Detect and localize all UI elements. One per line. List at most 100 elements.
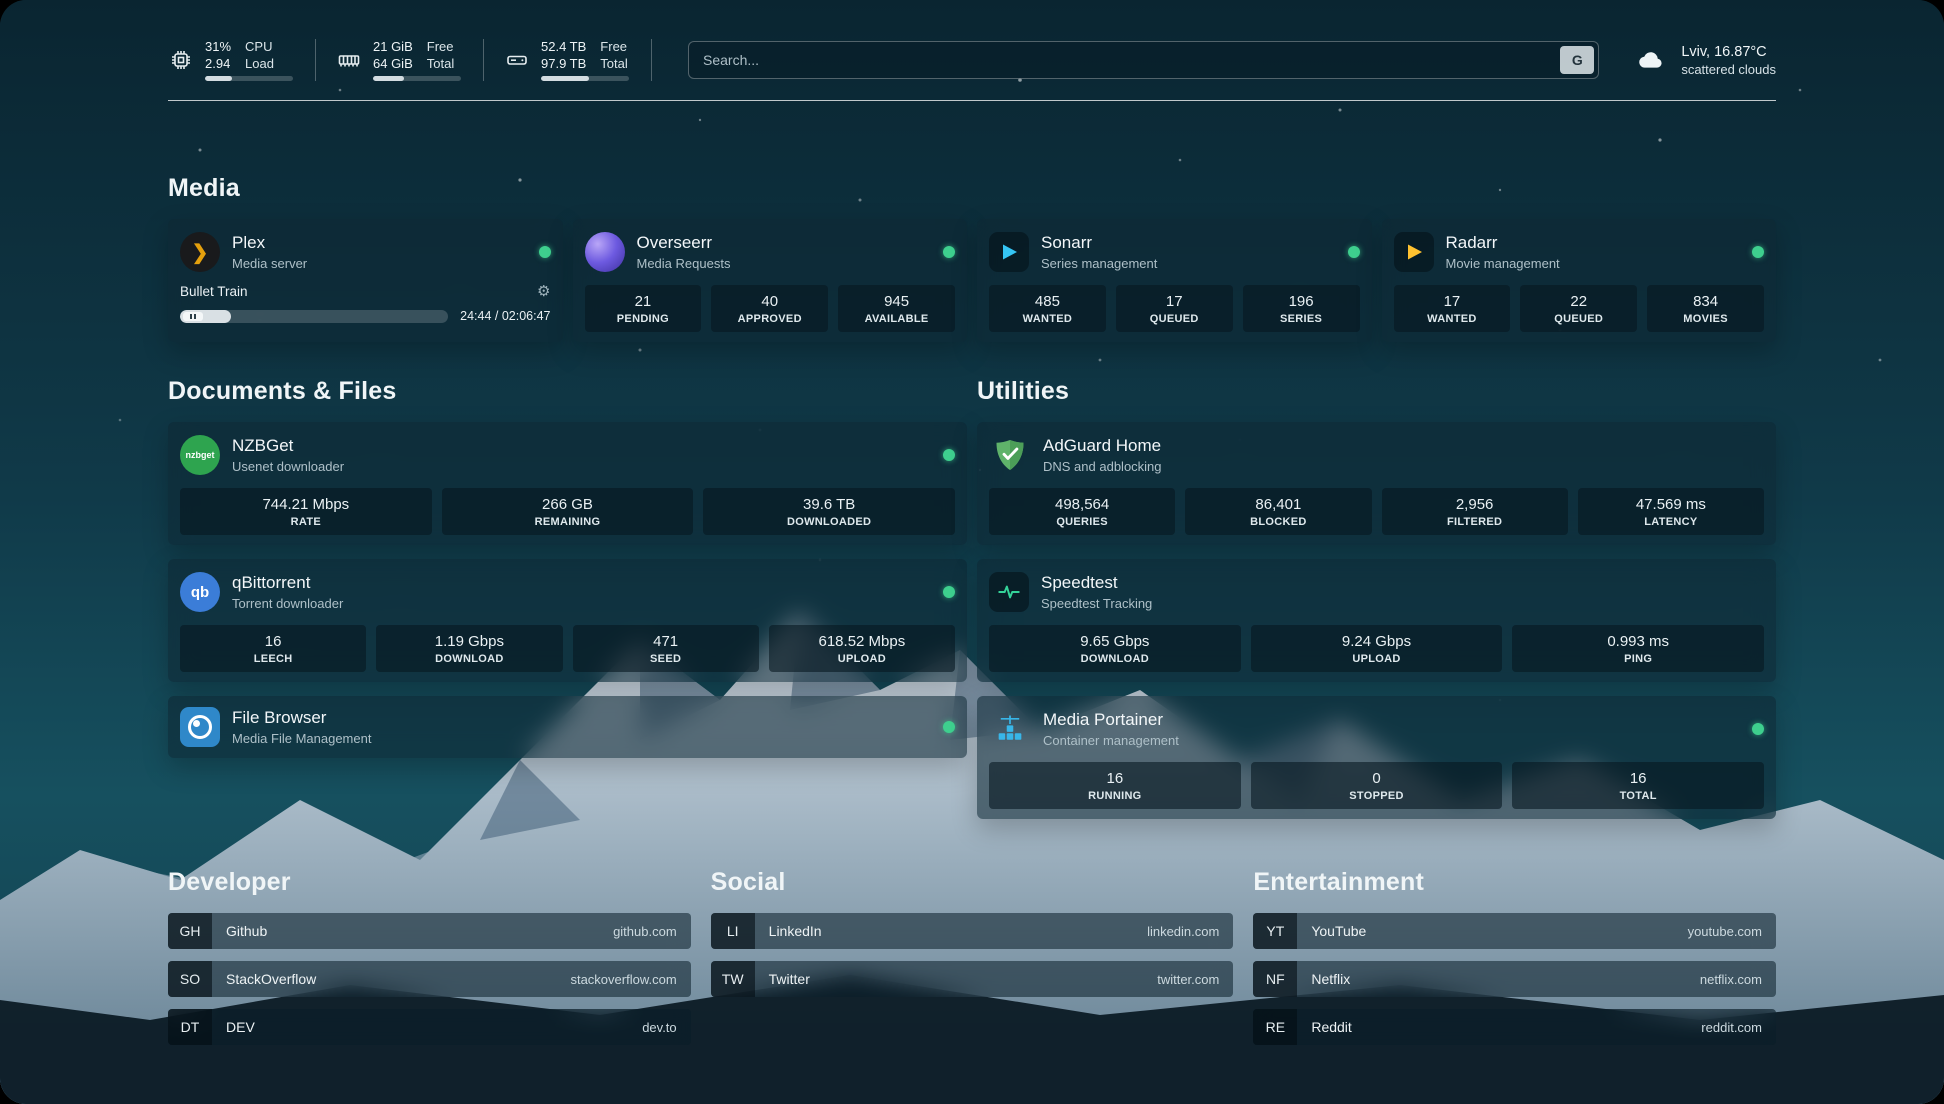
dashboard-screen: 31% 2.94 CPU Load — [0, 0, 1944, 1104]
media-heading: Media — [168, 173, 1776, 203]
bookmark-dev[interactable]: DT DEV dev.to — [168, 1009, 691, 1045]
bookmark-stackoverflow[interactable]: SO StackOverflow stackoverflow.com — [168, 961, 691, 997]
cpu-icon — [168, 47, 194, 73]
portainer-app-tile[interactable]: Media Portainer Container management — [989, 706, 1764, 752]
portainer-subtitle: Container management — [1043, 733, 1179, 748]
filebrowser-status-dot — [943, 721, 955, 733]
pause-icon[interactable] — [183, 312, 203, 321]
filebrowser-card: File Browser Media File Management — [168, 696, 967, 758]
disk-label-bottom: Total — [600, 56, 627, 73]
section-documents: Documents & Files nzbget NZBGet Usenet d… — [168, 376, 967, 758]
overseerr-subtitle: Media Requests — [637, 256, 731, 271]
stat-ping: 0.993 ms PING — [1512, 625, 1764, 672]
dashboard-content: 31% 2.94 CPU Load — [0, 0, 1944, 1104]
bookmark-twitter[interactable]: TW Twitter twitter.com — [711, 961, 1234, 997]
radarr-card: Radarr Movie management 17 WANTED 22 QUE… — [1382, 219, 1777, 342]
adguard-app-tile[interactable]: AdGuard Home DNS and adblocking — [989, 432, 1764, 478]
weather-location: Lviv, 16.87°C — [1681, 44, 1776, 60]
utilities-heading: Utilities — [977, 376, 1776, 406]
stat-queued: 17 QUEUED — [1116, 285, 1233, 332]
speedtest-stats: 9.65 Gbps DOWNLOAD 9.24 Gbps UPLOAD 0.99… — [989, 625, 1764, 672]
ram-free: 21 GiB — [373, 39, 413, 56]
qbittorrent-icon: qb — [180, 572, 220, 612]
sonarr-app-tile[interactable]: Sonarr Series management — [989, 229, 1360, 275]
stat-latency: 47.569 ms LATENCY — [1578, 488, 1764, 535]
stackoverflow-badge: SO — [168, 961, 212, 997]
nzbget-stats: 744.21 Mbps RATE 266 GB REMAINING 39.6 T… — [180, 488, 955, 535]
adguard-shield-icon — [989, 434, 1031, 476]
filebrowser-app-tile[interactable]: File Browser Media File Management — [180, 704, 955, 750]
bookmarks-row: Developer GH Github github.com SO StackO… — [168, 867, 1776, 1045]
stat-available: 945 AVAILABLE — [838, 285, 955, 332]
search-engine-button[interactable]: G — [1560, 46, 1594, 74]
plex-card: ❯ Plex Media server Bullet Train ⚙ — [168, 219, 563, 342]
adguard-name: AdGuard Home — [1043, 436, 1162, 456]
radarr-name: Radarr — [1446, 233, 1560, 253]
stat-stopped: 0 STOPPED — [1251, 762, 1503, 809]
ram-progress-bar — [373, 76, 461, 81]
radarr-status-dot — [1752, 246, 1764, 258]
speedtest-subtitle: Speedtest Tracking — [1041, 596, 1152, 611]
plex-name: Plex — [232, 233, 307, 253]
stat-leech: 16 LEECH — [180, 625, 366, 672]
stat-wanted: 485 WANTED — [989, 285, 1106, 332]
ram-label-top: Free — [427, 39, 454, 56]
cloud-icon — [1633, 45, 1669, 75]
plex-now-playing-title: Bullet Train — [180, 284, 248, 299]
speedtest-app-tile[interactable]: Speedtest Speedtest Tracking — [989, 569, 1764, 615]
sonarr-status-dot — [1348, 246, 1360, 258]
disk-progress-bar — [541, 76, 629, 81]
nzbget-name: NZBGet — [232, 436, 344, 456]
qbittorrent-status-dot — [943, 586, 955, 598]
bookmark-github[interactable]: GH Github github.com — [168, 913, 691, 949]
bookmark-youtube[interactable]: YT YouTube youtube.com — [1253, 913, 1776, 949]
radarr-icon — [1394, 232, 1434, 272]
qbittorrent-app-tile[interactable]: qb qBittorrent Torrent downloader — [180, 569, 955, 615]
cpu-label-bottom: Load — [245, 56, 274, 73]
stat-upload: 618.52 Mbps UPLOAD — [769, 625, 955, 672]
topbar-divider — [168, 100, 1776, 101]
sonarr-subtitle: Series management — [1041, 256, 1157, 271]
filebrowser-icon — [180, 707, 220, 747]
stat-filtered: 2,956 FILTERED — [1382, 488, 1568, 535]
qbittorrent-stats: 16 LEECH 1.19 Gbps DOWNLOAD 471 SEED — [180, 625, 955, 672]
stat-running: 16 RUNNING — [989, 762, 1241, 809]
ram-progress-fill — [373, 76, 404, 81]
plex-subtitle: Media server — [232, 256, 307, 271]
sonarr-name: Sonarr — [1041, 233, 1157, 253]
stat-queued: 22 QUEUED — [1520, 285, 1637, 332]
netflix-badge: NF — [1253, 961, 1297, 997]
bookmark-netflix[interactable]: NF Netflix netflix.com — [1253, 961, 1776, 997]
ram-total: 64 GiB — [373, 56, 413, 73]
filebrowser-subtitle: Media File Management — [232, 731, 371, 746]
disk-metric: 52.4 TB 97.9 TB Free Total — [504, 39, 652, 82]
section-social: Social LI LinkedIn linkedin.com TW Twitt… — [711, 867, 1234, 1045]
developer-heading: Developer — [168, 867, 691, 897]
search-bar: G — [688, 41, 1599, 79]
nzbget-subtitle: Usenet downloader — [232, 459, 344, 474]
bookmark-linkedin[interactable]: LI LinkedIn linkedin.com — [711, 913, 1234, 949]
stat-download: 1.19 Gbps DOWNLOAD — [376, 625, 562, 672]
portainer-name: Media Portainer — [1043, 710, 1179, 730]
search-input[interactable] — [688, 41, 1599, 79]
stat-upload: 9.24 Gbps UPLOAD — [1251, 625, 1503, 672]
sonarr-stats: 485 WANTED 17 QUEUED 196 SERIES — [989, 285, 1360, 332]
filebrowser-name: File Browser — [232, 708, 371, 728]
plex-status-dot — [539, 246, 551, 258]
plex-app-tile[interactable]: ❯ Plex Media server — [180, 229, 551, 275]
nzbget-app-tile[interactable]: nzbget NZBGet Usenet downloader — [180, 432, 955, 478]
overseerr-name: Overseerr — [637, 233, 731, 253]
linkedin-badge: LI — [711, 913, 755, 949]
overseerr-app-tile[interactable]: Overseerr Media Requests — [585, 229, 956, 275]
radarr-app-tile[interactable]: Radarr Movie management — [1394, 229, 1765, 275]
section-media: Media ❯ Plex Media server Bullet Train — [168, 173, 1776, 342]
stat-rate: 744.21 Mbps RATE — [180, 488, 432, 535]
entertainment-heading: Entertainment — [1253, 867, 1776, 897]
gear-icon[interactable]: ⚙ — [537, 282, 550, 300]
stat-blocked: 86,401 BLOCKED — [1185, 488, 1371, 535]
portainer-status-dot — [1752, 723, 1764, 735]
github-badge: GH — [168, 913, 212, 949]
bookmark-reddit[interactable]: RE Reddit reddit.com — [1253, 1009, 1776, 1045]
stat-total: 16 TOTAL — [1512, 762, 1764, 809]
social-heading: Social — [711, 867, 1234, 897]
